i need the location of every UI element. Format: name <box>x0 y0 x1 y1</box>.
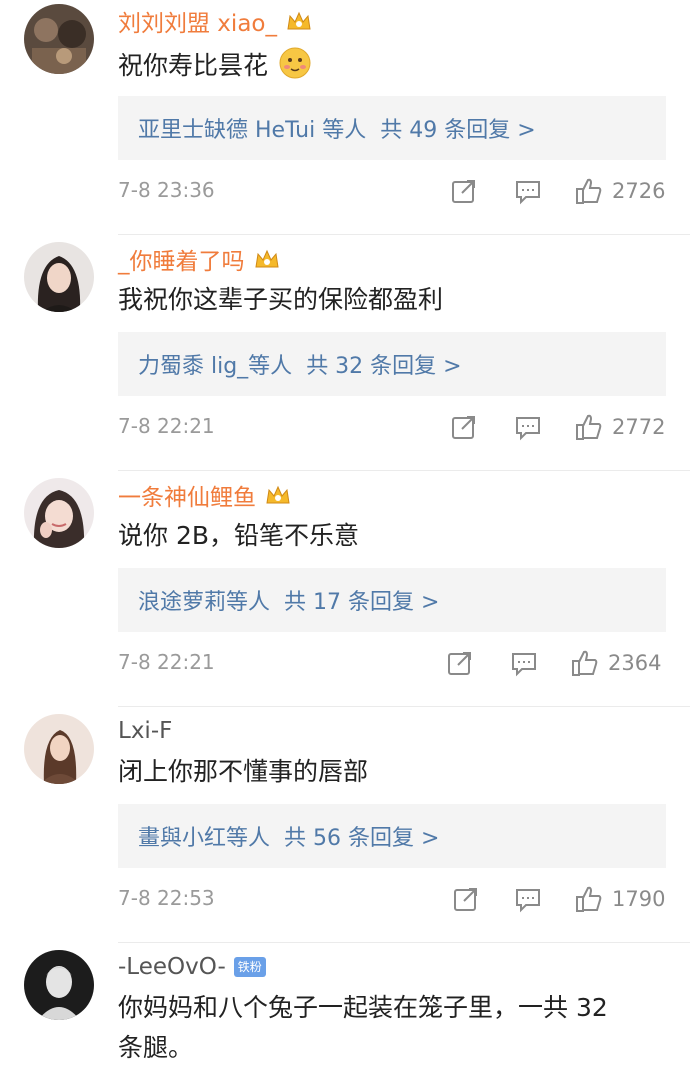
share-icon <box>448 652 471 675</box>
reply-count: 共 56 条回复 > <box>284 826 440 851</box>
reply-count: 共 32 条回复 > <box>306 354 462 379</box>
comment-time: 7-8 23:36 <box>118 178 215 202</box>
comment-text: 祝你寿比昙花 <box>118 51 269 80</box>
divider <box>118 470 690 471</box>
username[interactable]: 刘刘刘盟 xiao_ <box>118 4 277 38</box>
replies-link[interactable]: 浪途萝莉等人 共 17 条回复 > <box>118 568 666 632</box>
comment-icon <box>516 417 540 441</box>
share-icon <box>454 888 477 911</box>
share-button[interactable] <box>450 174 478 208</box>
comment-list: 刘刘刘盟 xiao_ 祝你寿比昙花 亚里士缺德 HeTui 等人 共 49 条回… <box>0 0 690 1067</box>
replies-link[interactable]: 畫與小红等人 共 56 条回复 > <box>118 804 666 868</box>
comment-icon <box>516 181 540 205</box>
share-button[interactable] <box>446 646 474 680</box>
share-icon <box>452 180 475 203</box>
comment-text-line: 你妈妈和八个兔子一起装在笼子里，一共 32 <box>118 993 608 1022</box>
comment-item: 一条神仙鲤鱼 说你 2B，铅笔不乐意 浪途萝莉等人 共 17 条回复 > 7-8… <box>0 472 690 708</box>
comment-time: 7-8 22:21 <box>118 650 215 674</box>
replies-link[interactable]: 力蜀黍 lig_等人 共 32 条回复 > <box>118 332 666 396</box>
divider <box>118 706 690 707</box>
like-count: 2772 <box>612 415 666 439</box>
username[interactable]: _你睡着了吗 <box>118 242 245 276</box>
like-button[interactable]: 2364 <box>570 646 661 680</box>
reply-users: 浪途萝莉等人 <box>138 590 271 615</box>
fan-badge: 铁粉 <box>233 957 266 977</box>
comment-time: 7-8 22:53 <box>118 886 215 910</box>
comment-icon <box>516 889 540 913</box>
crown-badge-icon <box>285 9 313 33</box>
like-button[interactable]: 2772 <box>574 410 665 444</box>
comment-button[interactable] <box>514 882 542 916</box>
username[interactable]: -LeeOvO- <box>118 954 226 980</box>
avatar[interactable] <box>24 478 94 548</box>
comment-button[interactable] <box>514 410 542 444</box>
reply-users: 畫與小红等人 <box>138 826 271 851</box>
thumbs-up-icon <box>576 178 602 204</box>
comment-text-line: 条腿。 <box>118 1033 194 1062</box>
comment-time: 7-8 22:21 <box>118 414 215 438</box>
like-button[interactable]: 1790 <box>574 882 665 916</box>
replies-link[interactable]: 亚里士缺德 HeTui 等人 共 49 条回复 > <box>118 96 666 160</box>
like-count: 1790 <box>612 887 666 911</box>
comment-text: 说你 2B，铅笔不乐意 <box>118 521 360 550</box>
comment-button[interactable] <box>510 646 538 680</box>
reply-count: 共 49 条回复 > <box>380 118 536 143</box>
username[interactable]: 一条神仙鲤鱼 <box>118 478 256 512</box>
like-button[interactable]: 2726 <box>574 174 665 208</box>
comment-item: 刘刘刘盟 xiao_ 祝你寿比昙花 亚里士缺德 HeTui 等人 共 49 条回… <box>0 0 690 236</box>
crown-badge-icon <box>264 483 292 507</box>
comment-icon <box>512 653 536 677</box>
divider <box>118 942 690 943</box>
share-icon <box>452 416 475 439</box>
share-button[interactable] <box>452 882 480 916</box>
avatar[interactable] <box>24 950 94 1020</box>
comment-text: 闭上你那不懂事的唇部 <box>118 757 369 786</box>
like-count: 2726 <box>612 179 666 203</box>
comment-text: 我祝你这辈子买的保险都盈利 <box>118 285 444 314</box>
avatar[interactable] <box>24 4 94 74</box>
blush-emoji-icon <box>278 46 312 80</box>
comment-button[interactable] <box>514 174 542 208</box>
reply-users: 亚里士缺德 HeTui 等人 <box>138 118 367 143</box>
share-button[interactable] <box>450 410 478 444</box>
avatar[interactable] <box>24 242 94 312</box>
comment-item: -LeeOvO- 铁粉 你妈妈和八个兔子一起装在笼子里，一共 32 条腿。 <box>0 944 690 1067</box>
thumbs-up-icon <box>572 650 598 676</box>
thumbs-up-icon <box>576 886 602 912</box>
username[interactable]: Lxi-F <box>118 718 172 744</box>
avatar[interactable] <box>24 714 94 784</box>
thumbs-up-icon <box>576 414 602 440</box>
crown-badge-icon <box>253 247 281 271</box>
like-count: 2364 <box>608 651 662 675</box>
comment-item: _你睡着了吗 我祝你这辈子买的保险都盈利 力蜀黍 lig_等人 共 32 条回复… <box>0 236 690 472</box>
reply-users: 力蜀黍 lig_等人 <box>138 354 293 379</box>
divider <box>118 234 690 235</box>
reply-count: 共 17 条回复 > <box>284 590 440 615</box>
comment-item: Lxi-F 闭上你那不懂事的唇部 畫與小红等人 共 56 条回复 > 7-8 2… <box>0 708 690 944</box>
